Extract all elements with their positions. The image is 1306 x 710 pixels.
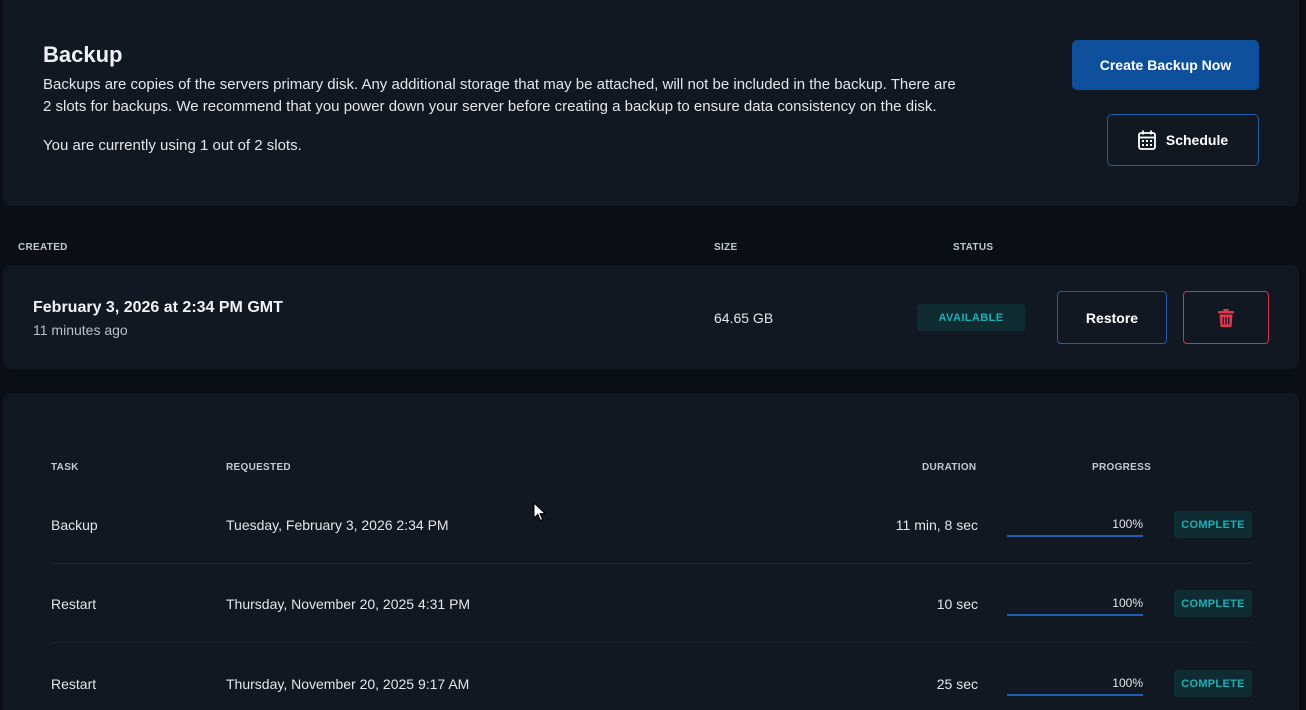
restore-label: Restore — [1085, 309, 1139, 326]
backup-created-date: February 3, 2026 at 2:34 PM GMT — [33, 299, 283, 316]
task-duration: 25 sec — [936, 676, 978, 692]
create-backup-label: Create Backup Now — [1099, 57, 1232, 73]
progress-bar — [1007, 694, 1143, 696]
calendar-icon — [1137, 130, 1156, 150]
restore-button[interactable]: Restore — [1057, 291, 1167, 344]
backup-size: 64.65 GB — [714, 310, 774, 326]
task-name: Restart — [51, 676, 97, 692]
backup-row: February 3, 2026 at 2:34 PM GMT 11 minut… — [3, 265, 1299, 369]
task-progress: 100% — [1007, 517, 1143, 537]
create-backup-button[interactable]: Create Backup Now — [1072, 40, 1259, 90]
tasks-card: TASK REQUESTED DURATION PROGRESS Backup … — [3, 393, 1299, 710]
status-badge: COMPLETE — [1174, 670, 1252, 697]
column-header-duration: DURATION — [922, 462, 977, 473]
task-requested: Thursday, November 20, 2025 9:17 AM — [226, 676, 470, 692]
task-name: Backup — [51, 517, 98, 533]
task-progress: 100% — [1007, 676, 1143, 696]
page-title: Backup — [43, 42, 123, 67]
progress-bar — [1007, 535, 1143, 537]
progress-text: 100% — [1112, 517, 1143, 531]
mouse-cursor-icon — [533, 502, 547, 522]
progress-text: 100% — [1112, 676, 1143, 690]
column-header-task: TASK — [51, 462, 79, 473]
progress-text: 100% — [1112, 596, 1143, 610]
task-requested: Tuesday, February 3, 2026 2:34 PM — [226, 517, 449, 533]
task-progress: 100% — [1007, 596, 1143, 616]
table-row: Restart Thursday, November 20, 2025 4:31… — [51, 564, 1252, 643]
table-row: Restart Thursday, November 20, 2025 9:17… — [51, 644, 1252, 710]
progress-bar — [1007, 614, 1143, 616]
task-requested: Thursday, November 20, 2025 4:31 PM — [226, 596, 471, 612]
backup-created-ago: 11 minutes ago — [33, 322, 128, 338]
column-header-size: SIZE — [714, 242, 738, 253]
slot-usage-text: You are currently using 1 out of 2 slots… — [43, 137, 302, 154]
task-name: Restart — [51, 596, 97, 612]
task-duration: 10 sec — [936, 596, 978, 612]
status-badge: COMPLETE — [1174, 511, 1252, 538]
delete-backup-button[interactable] — [1183, 291, 1269, 344]
column-header-requested: REQUESTED — [226, 462, 291, 473]
schedule-label: Schedule — [1165, 132, 1229, 148]
status-badge: COMPLETE — [1174, 590, 1252, 617]
column-header-progress: PROGRESS — [1092, 462, 1152, 473]
column-header-status: STATUS — [953, 242, 994, 253]
backup-description: Backups are copies of the servers primar… — [43, 76, 956, 115]
column-header-created: CREATED — [18, 242, 68, 253]
status-badge: AVAILABLE — [917, 304, 1025, 331]
schedule-button[interactable]: Schedule — [1107, 114, 1259, 166]
task-duration: 11 min, 8 sec — [895, 517, 978, 533]
trash-icon — [1218, 308, 1234, 327]
backup-card: Backup Backups are copies of the servers… — [3, 0, 1299, 206]
table-row: Backup Tuesday, February 3, 2026 2:34 PM… — [51, 485, 1252, 564]
